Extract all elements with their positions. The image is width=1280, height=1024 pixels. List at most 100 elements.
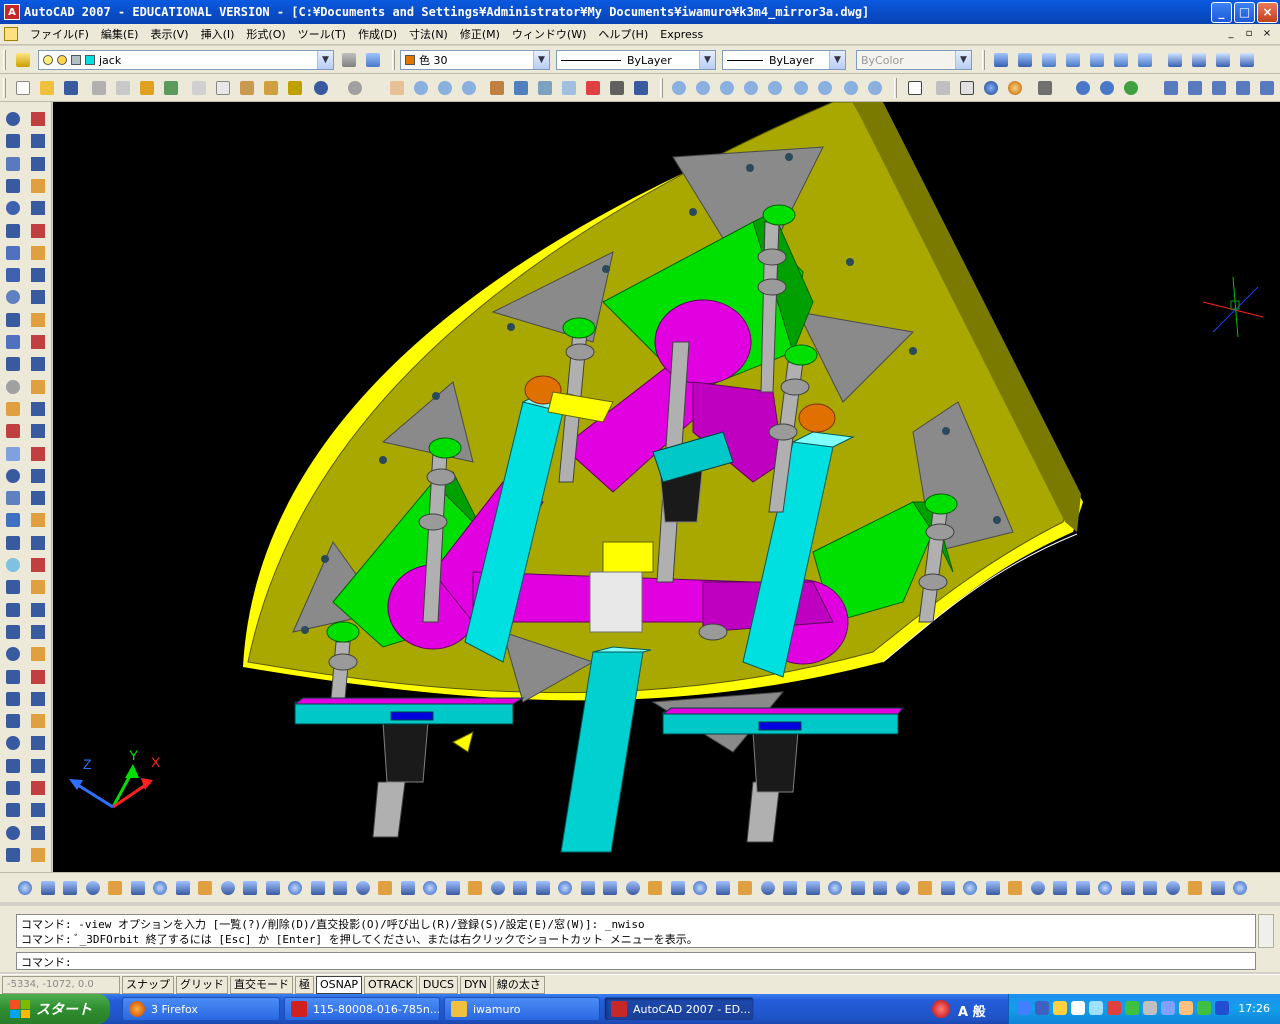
color-dropdown[interactable]: 色 30 ▼ [400, 50, 550, 70]
menu-modify[interactable]: 修正(M) [454, 26, 506, 42]
3d-wireframe-button[interactable] [956, 77, 978, 99]
join-button[interactable] [27, 398, 49, 420]
offset-button[interactable] [27, 175, 49, 197]
toolbar-grip[interactable] [3, 78, 6, 98]
zoom-realtime-button[interactable] [410, 77, 432, 99]
keyboard-tray-icon[interactable] [1179, 1001, 1193, 1015]
3d-move-button[interactable] [27, 621, 49, 643]
zoom-all-button[interactable] [840, 77, 862, 99]
design-center-button[interactable] [510, 77, 532, 99]
zoom-extents-button[interactable] [864, 77, 886, 99]
copy-faces-button[interactable] [757, 877, 779, 899]
planar-surface-button[interactable] [217, 877, 239, 899]
make-block-button[interactable] [2, 376, 24, 398]
se-iso-button[interactable] [1188, 49, 1210, 71]
mdi-close-button[interactable]: × [1260, 27, 1274, 41]
clean-button[interactable] [869, 877, 891, 899]
command-input[interactable]: コマンド: [16, 952, 1256, 970]
dim-aligned-button[interactable] [2, 576, 24, 598]
markup-button[interactable] [582, 77, 604, 99]
open-button[interactable] [36, 77, 58, 99]
move-faces-button[interactable] [644, 877, 666, 899]
3d-mirror-button[interactable] [27, 688, 49, 710]
security-tray-icon[interactable] [1053, 1001, 1067, 1015]
task-folder[interactable]: iwamuro [444, 997, 600, 1021]
toolbar-grip[interactable] [894, 78, 897, 98]
3d-array-button[interactable] [27, 710, 49, 732]
dim-continue-button[interactable] [1232, 77, 1254, 99]
coordinate-readout[interactable]: -5334, -1072, 0.0 [2, 975, 120, 994]
chamfer-button[interactable] [27, 420, 49, 442]
menu-express[interactable]: Express [654, 28, 709, 41]
slice-button[interactable] [532, 877, 554, 899]
delete-faces-button[interactable] [689, 877, 711, 899]
line-button[interactable] [2, 108, 24, 130]
status-toggle-8[interactable]: 線の太さ [492, 975, 545, 994]
separate-button[interactable] [892, 877, 914, 899]
menu-format[interactable]: 形式(O) [240, 26, 291, 42]
text-style-button[interactable] [904, 77, 926, 99]
ne-iso-button[interactable] [1212, 49, 1234, 71]
cone-button[interactable] [82, 877, 104, 899]
mdi-minimize-button[interactable]: _ [1224, 27, 1238, 41]
imprint-button[interactable] [27, 777, 49, 799]
light-button[interactable] [1004, 877, 1026, 899]
autocad-app-icon[interactable]: A [4, 4, 20, 20]
bluetooth-tray-icon[interactable] [1071, 1001, 1085, 1015]
nw-iso-button[interactable] [1236, 49, 1258, 71]
realistic-shading-button[interactable] [980, 77, 1002, 99]
task-pdf[interactable]: 115-80008-016-785n... [284, 997, 440, 1021]
display-tray-icon[interactable] [1143, 1001, 1157, 1015]
wedge-button[interactable] [1014, 49, 1036, 71]
zoom-window-button[interactable] [434, 77, 456, 99]
rotate-faces-button[interactable] [712, 877, 734, 899]
block-editor-button[interactable] [284, 77, 306, 99]
ime-icon[interactable] [932, 1000, 950, 1018]
zoom-object-button[interactable] [764, 77, 786, 99]
3d-array-button[interactable] [487, 877, 509, 899]
publish-button[interactable] [136, 77, 158, 99]
text-button[interactable] [2, 532, 24, 554]
presspull-button[interactable] [262, 877, 284, 899]
cut-button[interactable] [188, 77, 210, 99]
status-toggle-5[interactable]: OTRACK [364, 975, 417, 994]
dim-baseline-button[interactable] [2, 755, 24, 777]
area-button[interactable] [27, 509, 49, 531]
status-toggle-3[interactable]: 極 [295, 975, 314, 994]
toolbar-grip[interactable] [392, 50, 395, 70]
3d-orbit-button[interactable] [959, 877, 981, 899]
layer-previous-button[interactable] [362, 49, 384, 71]
trim-button[interactable] [27, 309, 49, 331]
3d-box-view-button[interactable] [932, 77, 954, 99]
chevron-down-icon[interactable]: ▼ [317, 51, 333, 69]
dim-style-button[interactable] [1256, 77, 1278, 99]
tolerance-button[interactable] [2, 844, 24, 866]
pyramid-button[interactable] [172, 877, 194, 899]
revolve-button[interactable] [307, 877, 329, 899]
dim-diameter-button[interactable] [2, 688, 24, 710]
dist-button[interactable] [27, 487, 49, 509]
ellipse-arc-button[interactable] [2, 331, 24, 353]
linetype-dropdown[interactable]: ByLayer ▼ [556, 50, 716, 70]
volume-tray-icon[interactable] [1035, 1001, 1049, 1015]
quickcalc-button[interactable] [606, 77, 628, 99]
zoom-scale-button[interactable] [716, 77, 738, 99]
3d-move-button[interactable] [419, 877, 441, 899]
cylinder-button[interactable] [127, 877, 149, 899]
color-faces-button[interactable] [779, 877, 801, 899]
layer-dropdown[interactable]: jack ▼ [38, 50, 334, 70]
dim-space-button[interactable] [2, 799, 24, 821]
dim-linear-button[interactable] [1160, 77, 1182, 99]
sheet-set-button[interactable] [558, 77, 580, 99]
render-env-button[interactable] [1072, 877, 1094, 899]
layer-manager-button[interactable] [12, 49, 34, 71]
continuous-orbit-button[interactable] [1120, 77, 1142, 99]
chevron-down-icon[interactable]: ▼ [533, 51, 549, 69]
ellipse-button[interactable] [2, 309, 24, 331]
intersect-button[interactable] [397, 877, 419, 899]
ime-pad-tray-icon[interactable] [1161, 1001, 1175, 1015]
plot-button[interactable] [88, 77, 110, 99]
sphere-button[interactable] [104, 877, 126, 899]
convert-solid-button[interactable] [554, 877, 576, 899]
region-button[interactable] [2, 465, 24, 487]
